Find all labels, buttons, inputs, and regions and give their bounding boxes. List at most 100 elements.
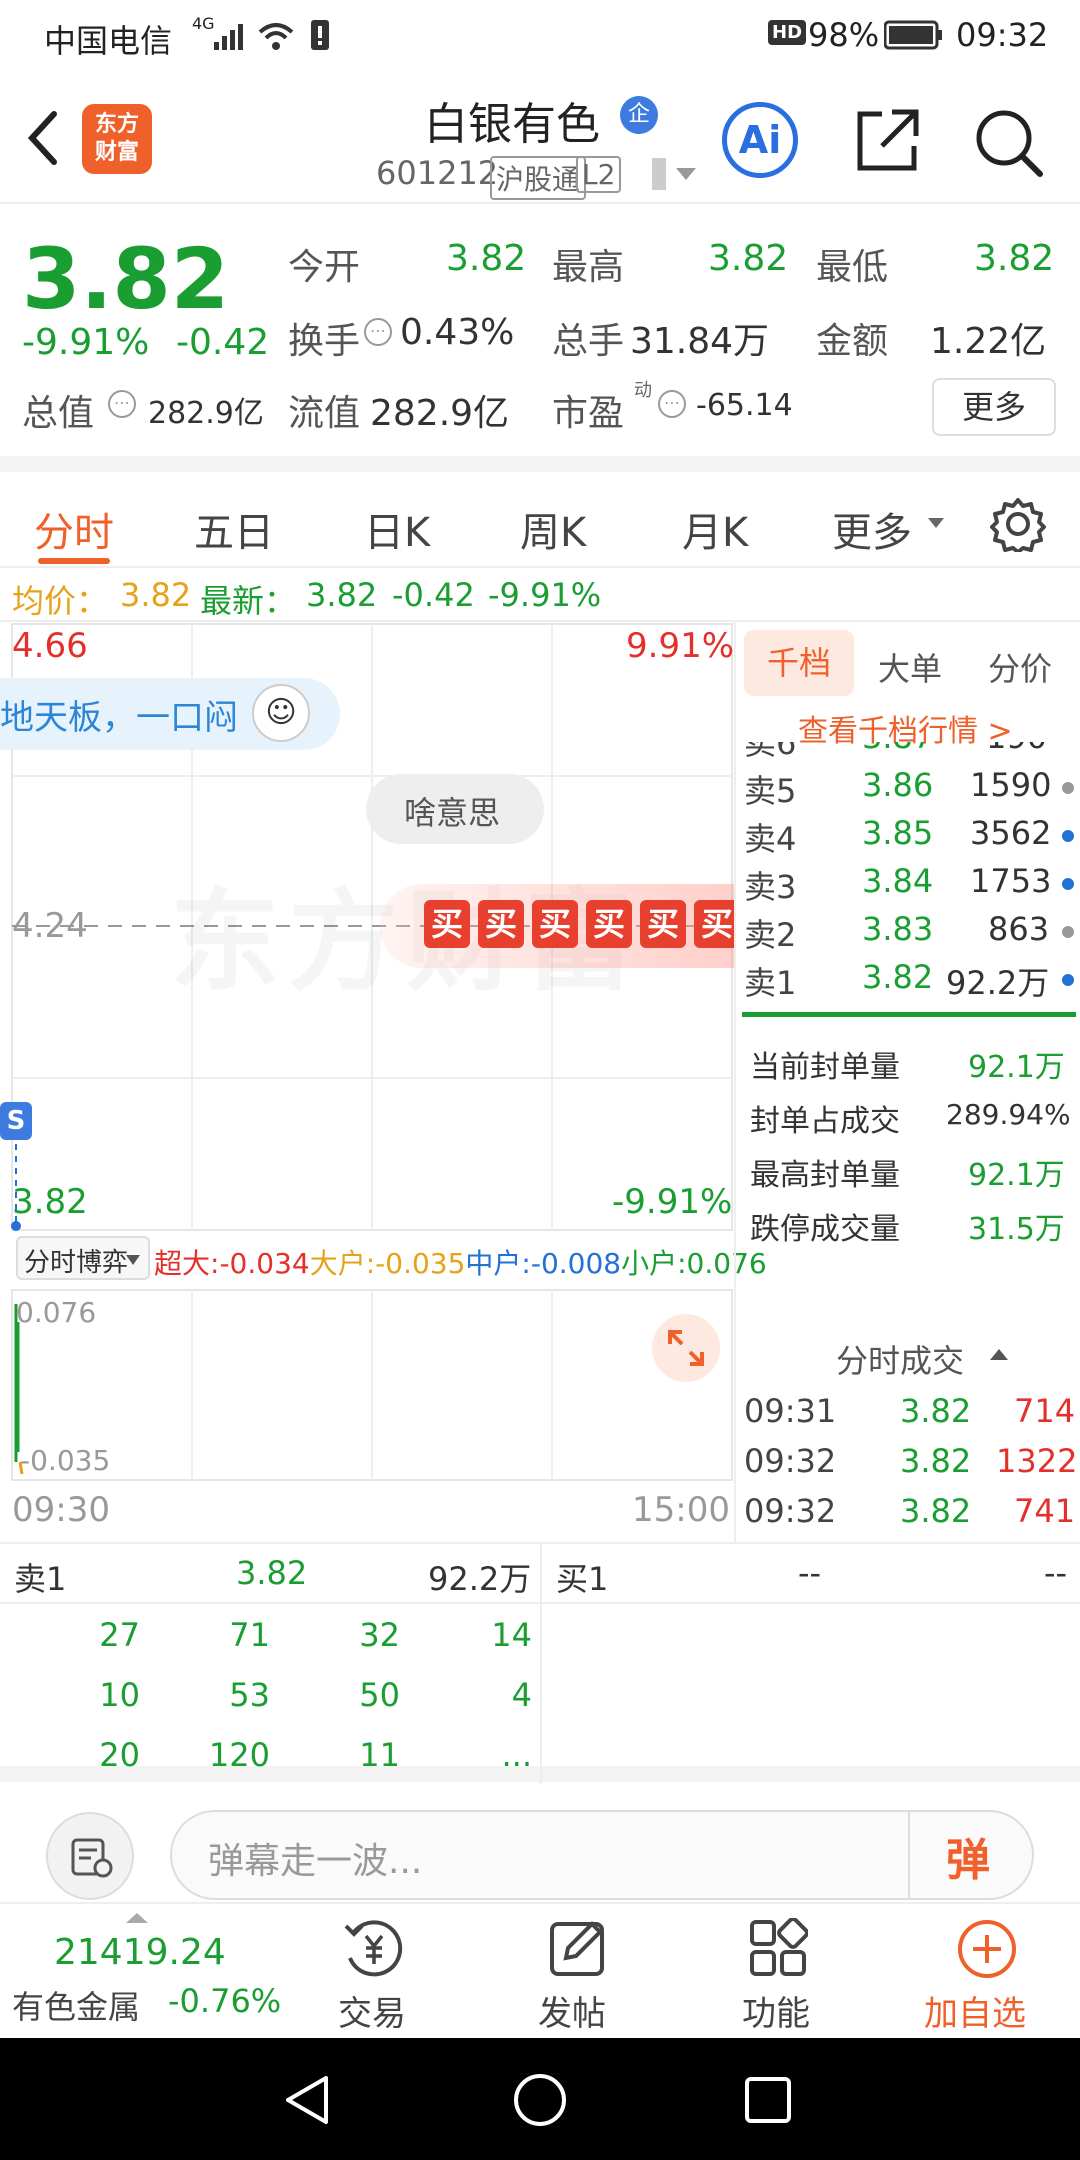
last-price: 3.82	[22, 230, 230, 328]
sub-axis-bottom: -0.035	[20, 1444, 111, 1477]
tab-more[interactable]: 更多	[832, 500, 912, 558]
turnover-value: 0.43%	[400, 312, 515, 353]
info-icon[interactable]: ⋯	[658, 390, 686, 418]
nav-add-watchlist[interactable]: 加自选	[910, 1904, 1070, 2040]
l2-tag: L2	[576, 156, 622, 193]
tab-large-orders[interactable]: 大单	[878, 644, 942, 690]
search-icon[interactable]	[972, 106, 1046, 180]
system-back-icon[interactable]	[282, 2074, 334, 2126]
expand-button[interactable]	[652, 1314, 720, 1382]
input-divider	[908, 1812, 910, 1898]
nav-trade[interactable]: 交易	[318, 1904, 438, 2040]
price-info-row: 均价： 3.82 最新： 3.82 -0.42 -9.91%	[0, 566, 1080, 622]
best-ask-row[interactable]: 卖1 3.82 92.2万	[0, 1544, 540, 1604]
battery-percent: 98%	[808, 16, 880, 54]
ai-button[interactable]: Ai	[722, 102, 798, 178]
ask-row[interactable]: 卖3 3.84 1753	[736, 858, 1080, 906]
queue-cell: 10	[99, 1676, 140, 1714]
pct-axis-top: 9.91%	[626, 626, 735, 666]
last-label: 最新：	[200, 582, 297, 620]
sell-marker[interactable]: S	[0, 1102, 32, 1140]
post-icon	[550, 1921, 604, 1976]
danmu-input[interactable]: 弹幕走一波... 弹	[170, 1810, 1034, 1900]
ask-label: 卖1	[14, 1560, 67, 1598]
ask-price: 3.83	[862, 910, 934, 948]
ask-row[interactable]: 卖4 3.85 3562	[736, 810, 1080, 858]
ask-volume: 92.2万	[946, 964, 1050, 1002]
queue-cell: 11	[359, 1736, 400, 1774]
more-button[interactable]: 更多	[932, 378, 1056, 436]
order-dot	[1062, 926, 1074, 938]
system-home-icon[interactable]	[512, 2072, 568, 2128]
ask-row-partial: 卖6 3.87 190	[736, 742, 1080, 762]
sector-index[interactable]: 21419.24 有色金属 -0.76%	[0, 1904, 281, 2040]
comment-bar: 弹幕走一波... 弹	[0, 1782, 1080, 1902]
trade-price: 3.82	[900, 1442, 972, 1480]
ask-row[interactable]: 卖5 3.86 1590	[736, 762, 1080, 810]
info-icon[interactable]: ⋯	[364, 318, 392, 346]
flow-small-label: 小户:	[621, 1247, 687, 1280]
trade-volume: 714	[1014, 1392, 1076, 1430]
nav-functions-label: 功能	[742, 1994, 810, 2034]
ask-volume: 1753	[970, 862, 1052, 900]
order-book: 卖1 3.82 92.2万 买1 -- -- 27 71 32 14 10 53…	[0, 1542, 1080, 1784]
low-value: 3.82	[974, 238, 1055, 279]
nav-post[interactable]: 发帖	[518, 1904, 638, 2040]
ask-row[interactable]: 卖1 3.82 92.2万	[736, 954, 1080, 1002]
best-bid-row[interactable]: 买1 -- --	[542, 1544, 1080, 1604]
trades-title[interactable]: 分时成交	[836, 1336, 964, 1382]
flow-super-label: 超大:	[154, 1247, 220, 1280]
hgt-tag: 沪股通	[490, 156, 587, 200]
tab-indicator	[38, 558, 110, 564]
float-label: 流值	[288, 393, 361, 434]
ask-volume: 190	[986, 742, 1047, 756]
system-recents-icon[interactable]	[744, 2076, 792, 2124]
tab-five-day[interactable]: 五日	[194, 500, 274, 558]
tab-price-distribution[interactable]: 分价	[988, 644, 1052, 690]
caret-up-icon	[990, 1349, 1008, 1360]
float-value: 282.9亿	[370, 393, 510, 434]
ask-price: 3.86	[862, 766, 934, 804]
pe-label: 市盈	[552, 393, 625, 434]
turnover-label: 换手	[288, 321, 361, 362]
quote-panel: 3.82 -9.91% -0.42 今开 3.82 最高 3.82 最低 3.8…	[0, 204, 1080, 456]
ask-price: 3.85	[862, 814, 934, 852]
danmu-settings-button[interactable]	[46, 1812, 134, 1900]
tab-monthly-k[interactable]: 月K	[682, 500, 748, 558]
share-icon[interactable]	[852, 106, 922, 176]
danmu-send-icon[interactable]: 弹	[946, 1824, 990, 1888]
trade-time: 09:32	[744, 1442, 837, 1480]
ask-row[interactable]: 卖2 3.83 863	[736, 906, 1080, 954]
ask-label: 卖3	[744, 868, 797, 906]
buy-danmu-strip: 买 买 买 买 买 买	[380, 884, 734, 968]
mktcap-value: 282.9亿	[148, 396, 264, 431]
amount-label: 金额	[816, 321, 889, 362]
ask-volume: 3562	[970, 814, 1052, 852]
nav-functions[interactable]: 功能	[718, 1904, 838, 2040]
info-icon[interactable]: ⋯	[108, 390, 136, 418]
tab-thousand-levels[interactable]: 千档	[744, 630, 854, 696]
ask-label: 卖1	[744, 964, 797, 1002]
gear-icon[interactable]	[990, 496, 1046, 552]
flow-medium-label: 中户:	[465, 1247, 531, 1280]
tooltip-pill[interactable]: 啥意思	[366, 774, 544, 844]
trade-icon	[344, 1920, 403, 1977]
tab-intraday[interactable]: 分时	[34, 500, 114, 558]
seal-value: 31.5万	[968, 1212, 1065, 1247]
volume-label: 总手	[552, 321, 625, 362]
chevron-down-icon[interactable]	[650, 156, 700, 192]
intraday-chart[interactable]: 东方财富 4.66 9.91% 地天板，一口闷 ☺ 啥意思 4.24 买 买 买…	[0, 622, 767, 1542]
ask-price: 3.87	[862, 742, 933, 756]
time-end: 15:00	[632, 1490, 730, 1530]
status-bar: 中国电信 4G HD 98% 09:32	[0, 0, 1080, 72]
trade-price: 3.82	[900, 1392, 972, 1430]
back-icon[interactable]	[22, 108, 62, 168]
tab-weekly-k[interactable]: 周K	[520, 500, 586, 558]
money-flow-legend: 超大:-0.034大户:-0.035中户:-0.008小户:0.076	[154, 1242, 767, 1282]
banner-pill[interactable]: 地天板，一口闷 ☺	[0, 678, 340, 750]
caret-down-icon	[928, 518, 944, 528]
indicator-selector[interactable]: 分时博弈	[16, 1236, 150, 1280]
bottom-nav: 21419.24 有色金属 -0.76% 交易 发帖 功能 加自选	[0, 1902, 1080, 2038]
tab-daily-k[interactable]: 日K	[364, 500, 430, 558]
high-value: 3.82	[708, 238, 789, 279]
